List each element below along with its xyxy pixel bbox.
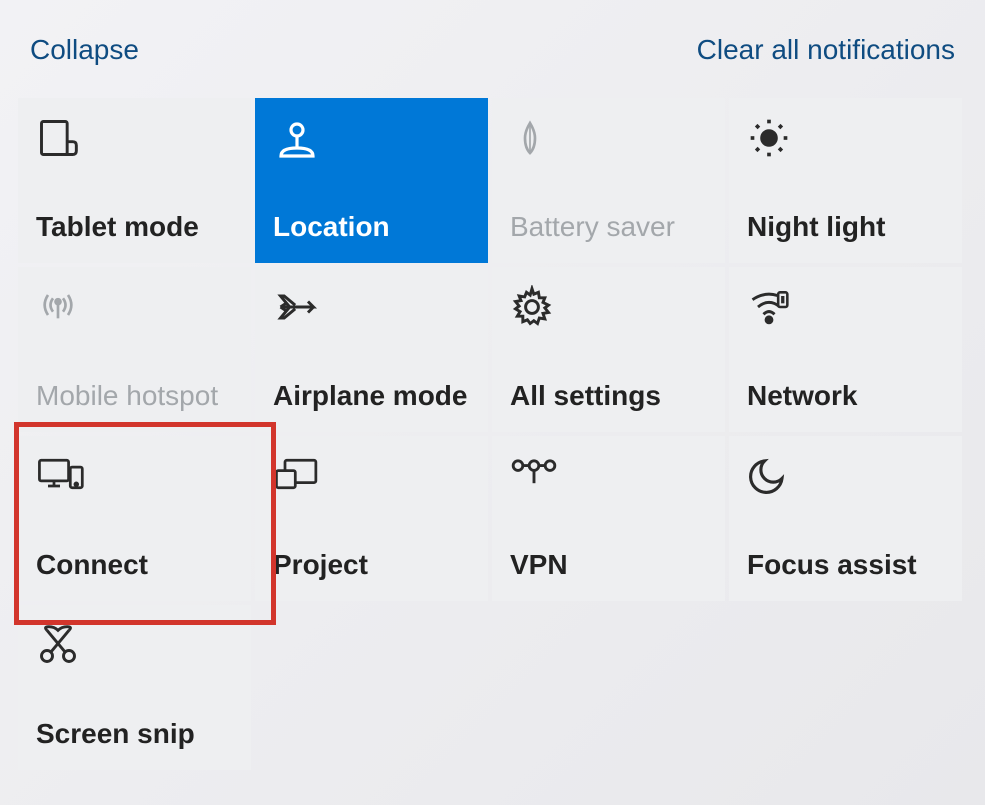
collapse-link[interactable]: Collapse [30,34,139,66]
tile-vpn[interactable]: VPN [492,436,725,601]
tile-project[interactable]: Project [255,436,488,601]
tile-connect[interactable]: Connect [18,436,251,601]
tile-label: Screen snip [36,718,233,756]
tile-label: Tablet mode [36,211,233,249]
tile-all-settings[interactable]: All settings [492,267,725,432]
tile-network[interactable]: Network [729,267,962,432]
action-center-header: Collapse Clear all notifications [0,0,985,80]
night-light-icon [747,112,944,192]
tile-label: Location [273,211,470,249]
tile-battery-saver[interactable]: Battery saver [492,98,725,263]
tile-mobile-hotspot[interactable]: Mobile hotspot [18,267,251,432]
tile-night-light[interactable]: Night light [729,98,962,263]
vpn-icon [510,450,707,530]
clear-all-link[interactable]: Clear all notifications [697,34,955,66]
tile-airplane-mode[interactable]: Airplane mode [255,267,488,432]
tile-focus-assist[interactable]: Focus assist [729,436,962,601]
tile-label: Night light [747,211,944,249]
project-icon [273,450,470,530]
tile-label: Focus assist [747,549,944,587]
tile-label: Battery saver [510,211,707,249]
tile-label: VPN [510,549,707,587]
settings-gear-icon [510,281,707,361]
focus-assist-moon-icon [747,450,944,530]
network-icon [747,281,944,361]
tile-label: Network [747,380,944,418]
tile-location[interactable]: Location [255,98,488,263]
battery-saver-icon [510,112,707,192]
tile-label: Mobile hotspot [36,380,233,418]
tile-label: Connect [36,549,233,587]
tile-label: All settings [510,380,707,418]
tile-tablet-mode[interactable]: Tablet mode [18,98,251,263]
quick-actions-grid: Tablet mode Location Battery saver [0,80,985,770]
connect-icon [36,450,233,530]
tile-label: Project [273,549,470,587]
location-icon [273,112,470,192]
mobile-hotspot-icon [36,281,233,361]
tile-label: Airplane mode [273,380,470,418]
airplane-icon [273,281,470,361]
tablet-mode-icon [36,112,233,192]
tile-screen-snip[interactable]: Screen snip [18,605,251,770]
screen-snip-icon [36,619,233,699]
